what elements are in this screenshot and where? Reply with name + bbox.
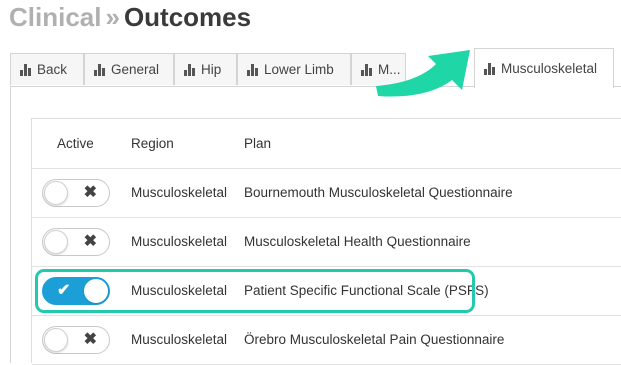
tab-bar: Back General Hip Lower Limb M... Musculo… [10, 48, 621, 88]
region-cell: Musculoskeletal [131, 185, 228, 200]
tab-hip[interactable]: Hip [174, 53, 237, 85]
toggle-knob [44, 180, 68, 205]
close-icon: ✖ [83, 183, 97, 201]
active-toggle[interactable]: ✖ [42, 178, 110, 207]
bar-chart-icon [94, 63, 105, 76]
active-toggle[interactable]: ✖ [42, 325, 110, 354]
region-cell: Musculoskeletal [131, 332, 228, 347]
bar-chart-icon [247, 63, 258, 76]
toggle-knob [44, 327, 68, 352]
arrow-shape [376, 50, 470, 97]
highlight-box [35, 269, 475, 313]
active-toggle[interactable]: ✖ [42, 227, 110, 256]
breadcrumb-separator: » [105, 2, 120, 32]
tab-label: Lower Limb [264, 62, 334, 77]
bar-chart-icon [184, 63, 195, 76]
tab-label: Hip [201, 62, 222, 77]
column-header-plan: Plan [244, 136, 272, 151]
tab-musculoskeletal[interactable]: Musculoskeletal [474, 48, 614, 88]
column-header-active: Active [57, 136, 94, 151]
outcomes-table: Active Region Plan ✖ Musculoskeletal Bou… [31, 118, 621, 365]
table-row: ✖ Musculoskeletal Bournemouth Musculoske… [32, 168, 621, 218]
tab-general[interactable]: General [84, 53, 174, 85]
tab-label: Musculoskeletal [501, 61, 598, 76]
column-header-region: Region [131, 136, 174, 151]
region-cell: Musculoskeletal [131, 234, 228, 249]
tab-back[interactable]: Back [10, 53, 84, 85]
tab-label: Back [37, 62, 68, 77]
table-row: ✖ Musculoskeletal Musculoskeletal Health… [32, 217, 621, 267]
toggle-knob [44, 229, 68, 254]
close-icon: ✖ [83, 232, 97, 250]
table-header: Active Region Plan [32, 119, 621, 169]
plan-cell[interactable]: Bournemouth Musculoskeletal Questionnair… [244, 185, 513, 200]
close-icon: ✖ [83, 330, 97, 348]
bar-chart-icon [20, 63, 31, 76]
breadcrumb-clinical[interactable]: Clinical [9, 2, 101, 32]
pointer-arrow-icon [376, 50, 470, 97]
tab-label: General [111, 62, 160, 77]
bar-chart-icon [484, 62, 495, 75]
page-title: Clinical» Outcomes [9, 2, 251, 33]
panel-border [10, 86, 11, 363]
plan-cell[interactable]: Örebro Musculoskeletal Pain Questionnair… [244, 332, 504, 347]
plan-cell[interactable]: Musculoskeletal Health Questionnaire [244, 234, 471, 249]
tab-lower-limb[interactable]: Lower Limb [237, 53, 351, 85]
breadcrumb-current: Outcomes [123, 2, 252, 32]
table-row: ✖ Musculoskeletal Örebro Musculoskeletal… [32, 315, 621, 365]
